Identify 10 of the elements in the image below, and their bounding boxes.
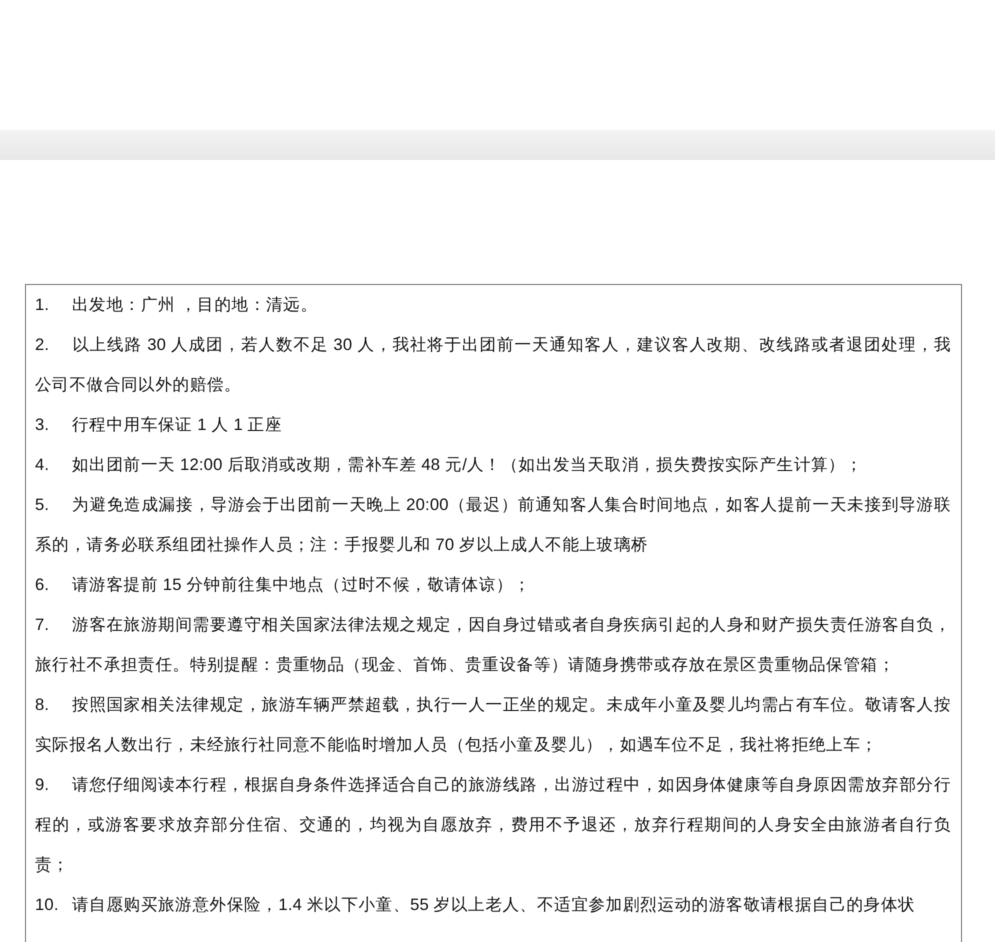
note-text: 9. 请您仔细阅读本行程，根据自身条件选择适合自己的旅游线路，出游过程中，如因身体健康等自身原因需放弃部分行程的，或游客要求放弃部分住宿、交通的，均视为自愿放弃，费用不予退还，放弃行程期间的人身安全由旅游者自行负责；	[35, 774, 951, 876]
note-text: 8. 按照国家相关法律规定，旅游车辆严禁超载，执行一人一正坐的规定。未成年小童及婴儿均需占有车位。敬请客人按实际报名人数出行，未经旅行社同意不能临时增加人员（包括小童及婴儿），如遇车位不足，我社将拒绝上车；	[35, 694, 951, 756]
note-text: 6. 请游客提前 15 分钟前往集中地点（过时不候，敬请体谅）；	[35, 574, 532, 596]
note-text: 5. 为避免造成漏接，导游会于出团前一天晚上 20:00（最迟）前通知客人集合时间地点，如客人提前一天未接到导游联系的，请务必联系组团社操作人员；注：手报婴儿和 70 岁以上成人不能上玻璃桥	[35, 494, 951, 556]
note-text: 1. 出发地：广州 ，目的地：清远。	[35, 294, 319, 316]
note-text: 10. 请自愿购买旅游意外保险，1.4 米以下小童、55 岁以上老人、不适宜参加剧烈运动的游客敬请根据自己的身体状	[35, 894, 916, 916]
note-text: 7. 游客在旅游期间需要遵守相关国家法律法规之规定，因自身过错或者自身疾病引起的人身和财产损失责任游客自负，旅行社不承担责任。特别提醒：贵重物品（现金、首饰、贵重设备等）请随身携带或存放在景区贵重物品保管箱；	[35, 614, 951, 676]
note-text: 4. 如出团前一天 12:00 后取消或改期，需补车差 48 元/人！（如出发当天取消，损失费按实际产生计算）；	[35, 454, 864, 476]
note-text: 2. 以上线路 30 人成团，若人数不足 30 人，我社将于出团前一天通知客人，建议客人改期、改线路或者退团处理，我公司不做合同以外的赔偿。	[35, 334, 951, 396]
note-text: 3. 行程中用车保证 1 人 1 正座	[35, 414, 284, 436]
